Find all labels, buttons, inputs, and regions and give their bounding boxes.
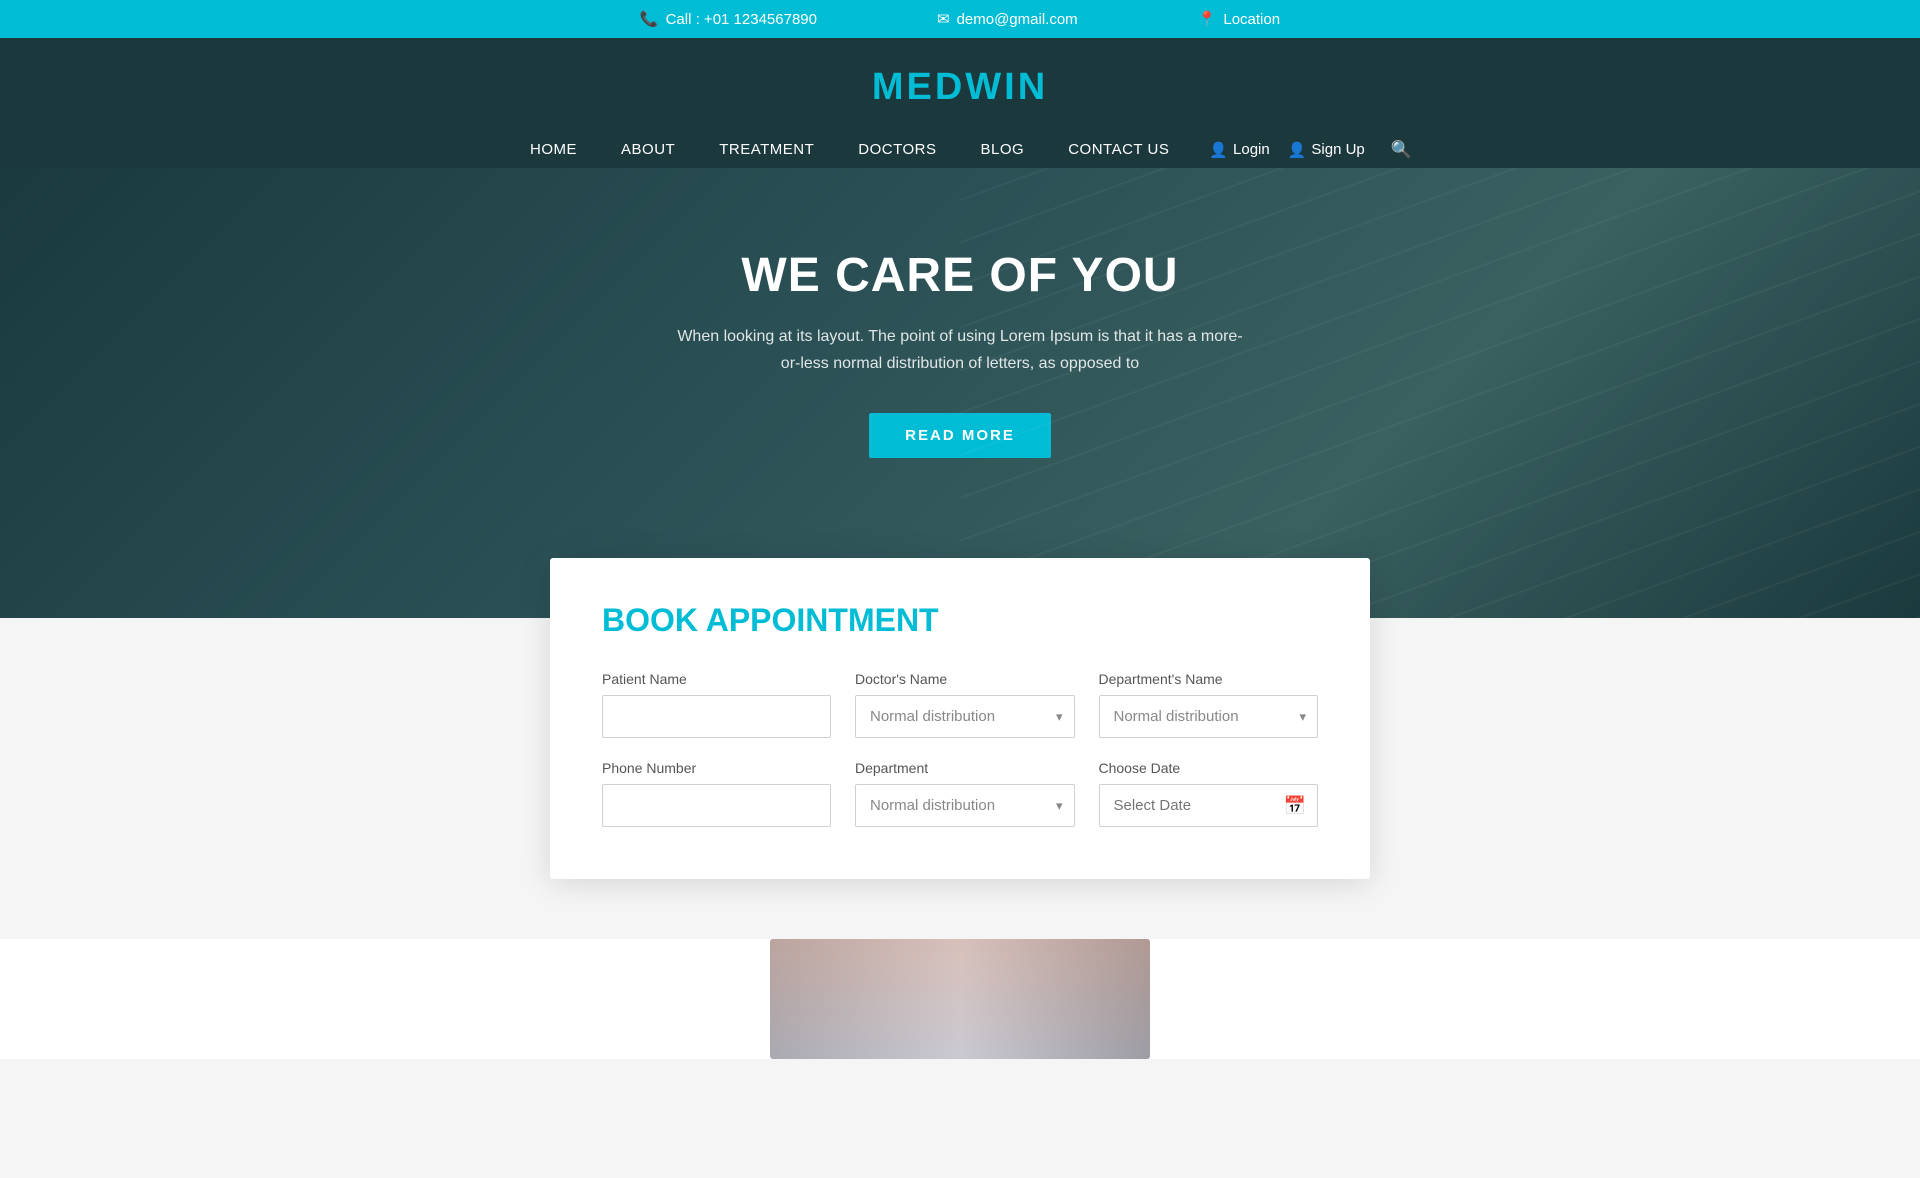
doctors-name-select-wrap: Normal distribution Option 1 Option 2 ▾: [855, 695, 1075, 738]
department-name-select[interactable]: Normal distribution Option 1 Option 2: [1099, 695, 1319, 738]
topbar: 📞 Call : +01 1234567890 ✉ demo@gmail.com…: [0, 0, 1920, 38]
nav-about[interactable]: ABOUT: [599, 131, 697, 168]
brand-logo[interactable]: MEDWIN: [872, 66, 1048, 109]
hero-subtitle: When looking at its layout. The point of…: [670, 323, 1250, 377]
appointment-title: BOOK APPOINTMENT: [602, 602, 1318, 639]
topbar-phone: 📞 Call : +01 1234567890: [640, 10, 817, 28]
appointment-form: Patient Name Doctor's Name Normal distri…: [602, 671, 1318, 827]
bottom-strip: [0, 939, 1920, 1059]
nav-treatment[interactable]: TREATMENT: [697, 131, 836, 168]
email-text: demo@gmail.com: [957, 11, 1078, 28]
white-section: [0, 939, 1920, 1059]
appointment-section: BOOK APPOINTMENT Patient Name Doctor's N…: [0, 558, 1920, 939]
department-label: Department: [855, 760, 1075, 776]
nav-doctors[interactable]: DOCTORS: [836, 131, 958, 168]
department-select-wrap: Normal distribution Option 1 Option 2 ▾: [855, 784, 1075, 827]
navbar: MEDWIN HOME ABOUT TREATMENT DOCTORS BLOG…: [0, 38, 1920, 168]
topbar-location: 📍 Location: [1198, 10, 1280, 28]
signup-button[interactable]: 👤 Sign Up: [1288, 141, 1365, 159]
phone-icon: 📞: [640, 10, 659, 28]
nav-blog[interactable]: BLOG: [959, 131, 1047, 168]
user-icon: 👤: [1209, 141, 1228, 159]
location-icon: 📍: [1198, 10, 1217, 28]
patient-name-input[interactable]: [602, 695, 831, 738]
choose-date-label: Choose Date: [1099, 760, 1319, 776]
nav-links: HOME ABOUT TREATMENT DOCTORS BLOG CONTAC…: [508, 131, 1412, 168]
hero-section: WE CARE OF YOU When looking at its layou…: [0, 168, 1920, 618]
location-text: Location: [1223, 11, 1280, 28]
doctors-name-group: Doctor's Name Normal distribution Option…: [855, 671, 1075, 738]
nav-auth: 👤 Login 👤 Sign Up 🔍: [1209, 140, 1412, 160]
department-name-select-wrap: Normal distribution Option 1 Option 2 ▾: [1099, 695, 1319, 738]
nav-contact[interactable]: CONTACT US: [1046, 131, 1191, 168]
read-more-button[interactable]: READ MORE: [869, 413, 1051, 458]
department-name-label: Department's Name: [1099, 671, 1319, 687]
email-icon: ✉: [937, 10, 950, 28]
hero-title: WE CARE OF YOU: [741, 248, 1178, 303]
patient-name-label: Patient Name: [602, 671, 831, 687]
patient-name-group: Patient Name: [602, 671, 831, 738]
appointment-card: BOOK APPOINTMENT Patient Name Doctor's N…: [550, 558, 1370, 879]
doctors-name-label: Doctor's Name: [855, 671, 1075, 687]
phone-number-input[interactable]: [602, 784, 831, 827]
login-button[interactable]: 👤 Login: [1209, 141, 1269, 159]
doctors-name-select[interactable]: Normal distribution Option 1 Option 2: [855, 695, 1075, 738]
department-name-group: Department's Name Normal distribution Op…: [1099, 671, 1319, 738]
phone-number-group: Phone Number: [602, 760, 831, 827]
bottom-image: [770, 939, 1150, 1059]
phone-number-label: Phone Number: [602, 760, 831, 776]
nav-home[interactable]: HOME: [508, 131, 599, 168]
date-wrap: 📅: [1099, 784, 1319, 827]
search-icon[interactable]: 🔍: [1391, 140, 1412, 160]
department-select[interactable]: Normal distribution Option 1 Option 2: [855, 784, 1075, 827]
phone-text: Call : +01 1234567890: [666, 11, 817, 28]
user-icon-2: 👤: [1288, 141, 1307, 159]
choose-date-group: Choose Date 📅: [1099, 760, 1319, 827]
topbar-email: ✉ demo@gmail.com: [937, 10, 1078, 28]
department-group: Department Normal distribution Option 1 …: [855, 760, 1075, 827]
calendar-icon[interactable]: 📅: [1284, 795, 1306, 816]
